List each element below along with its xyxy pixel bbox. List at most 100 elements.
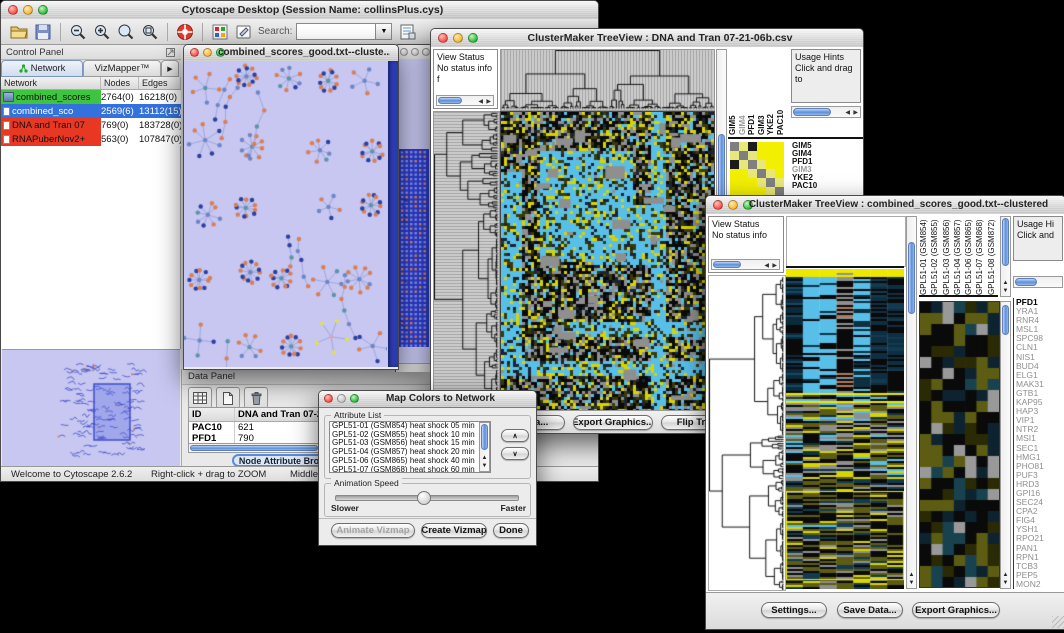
- dialog-titlebar[interactable]: Map Colors to Network: [319, 391, 536, 408]
- treeview-dna-titlebar[interactable]: ClusterMaker TreeView : DNA and Tran 07-…: [431, 29, 863, 48]
- background-network-canvas-area[interactable]: [396, 59, 431, 363]
- close-button[interactable]: [400, 48, 408, 56]
- tab-vizmapper[interactable]: VizMapper™: [83, 60, 161, 77]
- scrollbar-thumb[interactable]: [793, 108, 831, 116]
- column-label[interactable]: PAC10: [776, 49, 786, 135]
- column-label[interactable]: GIM5: [728, 49, 738, 135]
- row-dendrogram-dna[interactable]: [433, 111, 500, 413]
- gene-label[interactable]: CPA2: [1016, 507, 1064, 516]
- cytoscape-titlebar[interactable]: Cytoscape Desktop (Session Name: collins…: [1, 1, 598, 20]
- scroll-up-arrow[interactable]: ▲: [1001, 280, 1010, 287]
- heatmap-combined[interactable]: [786, 269, 904, 589]
- scroll-right-arrow[interactable]: ▶: [772, 261, 777, 272]
- col-nodes[interactable]: Nodes: [101, 77, 139, 89]
- resize-grip[interactable]: [1052, 616, 1064, 628]
- network-view-titlebar[interactable]: combined_scores_good.txt--cluste...: [184, 45, 398, 62]
- gene-label[interactable]: ELG1: [1016, 371, 1064, 380]
- col-network[interactable]: Network: [1, 77, 101, 89]
- search-dropdown-button[interactable]: ▼: [376, 23, 392, 40]
- zoom-out-button[interactable]: [66, 21, 90, 43]
- column-label[interactable]: GIM3: [757, 49, 767, 135]
- column-label[interactable]: YKE2: [766, 49, 776, 135]
- scrollbar-thumb[interactable]: [1015, 278, 1037, 286]
- gene-label[interactable]: PFD1: [1016, 298, 1064, 307]
- done-button[interactable]: Done: [493, 523, 529, 538]
- gene-label[interactable]: FIG4: [1016, 516, 1064, 525]
- treeview-combined-titlebar[interactable]: ClusterMaker TreeView : combined_scores_…: [706, 196, 1064, 215]
- column-label[interactable]: GIM4: [738, 49, 748, 135]
- network-list-row[interactable]: DNA and Tran 07 769(0) 183728(0): [1, 118, 181, 132]
- vizmapper-button[interactable]: [208, 21, 232, 43]
- minimize-button[interactable]: [203, 48, 212, 57]
- gene-label[interactable]: CLN1: [1016, 343, 1064, 352]
- column-label[interactable]: GPL51-01 (GSM854): [919, 216, 930, 295]
- zoom-fit-button[interactable]: [114, 21, 138, 43]
- zoom-button[interactable]: [422, 48, 430, 56]
- float-panel-icon[interactable]: [166, 48, 175, 57]
- delete-attribute-button[interactable]: [244, 387, 268, 409]
- gene-label[interactable]: GIM4: [792, 150, 861, 158]
- column-dendrogram-dna[interactable]: [500, 49, 715, 111]
- gene-label[interactable]: BUD4: [1016, 362, 1064, 371]
- dense-network-block[interactable]: [399, 149, 429, 347]
- minimize-button[interactable]: [728, 200, 738, 210]
- save-data-button[interactable]: Save Data...: [837, 602, 903, 618]
- gene-label[interactable]: PUF3: [1016, 471, 1064, 480]
- minimize-button[interactable]: [337, 394, 346, 403]
- column-label[interactable]: GPL51-08 (GSM872): [987, 216, 998, 295]
- close-button[interactable]: [324, 394, 333, 403]
- zoom-in-button[interactable]: [90, 21, 114, 43]
- close-button[interactable]: [8, 5, 18, 15]
- scroll-up-arrow[interactable]: ▲: [1001, 572, 1010, 579]
- gene-label[interactable]: PEP5: [1016, 571, 1064, 580]
- gene-label[interactable]: SEC1: [1016, 444, 1064, 453]
- move-up-button[interactable]: ∧: [501, 429, 529, 442]
- network-list-row[interactable]: combined_sco 2569(6) 13112(15): [1, 104, 181, 118]
- scroll-down-arrow[interactable]: ▼: [1001, 580, 1010, 587]
- gene-label[interactable]: SPC98: [1016, 334, 1064, 343]
- column-label[interactable]: GPL51-07 (GSM868): [975, 216, 986, 295]
- scroll-left-arrow[interactable]: ◀: [764, 261, 769, 272]
- heatmap-dna[interactable]: [500, 111, 715, 413]
- gene-label[interactable]: RNR4: [1016, 316, 1064, 325]
- network-list-row[interactable]: RNAPuberNov2+ 563(0) 107847(0): [1, 132, 181, 146]
- network-list-row[interactable]: combined_scores 2764(0) 16218(0): [1, 90, 181, 104]
- attribute-list-item[interactable]: GPL51-07 (GSM868) heat shock 60 min: [330, 466, 490, 473]
- gene-label[interactable]: PFD1: [792, 158, 861, 166]
- gene-label[interactable]: TCB3: [1016, 562, 1064, 571]
- col-edges[interactable]: Edges: [139, 77, 181, 89]
- save-session-button[interactable]: [31, 21, 55, 43]
- gene-label[interactable]: PAN1: [1016, 544, 1064, 553]
- gene-label[interactable]: PAC10: [792, 182, 861, 190]
- animate-vizmap-button[interactable]: Animate Vizmap: [331, 523, 415, 538]
- view-status-hscrollbar[interactable]: ◀ ▶: [711, 259, 780, 270]
- gene-label[interactable]: MON2: [1016, 580, 1064, 589]
- slider-thumb[interactable]: [417, 491, 431, 505]
- tab-overflow-button[interactable]: ▶: [161, 60, 179, 77]
- gene-label[interactable]: GTB1: [1016, 389, 1064, 398]
- scroll-down-arrow[interactable]: ▼: [480, 463, 489, 470]
- export-graphics-button[interactable]: Export Graphics...: [912, 602, 1000, 618]
- gene-label[interactable]: MAK31: [1016, 380, 1064, 389]
- heatmap-combined-vscrollbar[interactable]: ▲ ▼: [906, 216, 917, 589]
- export-graphics-button[interactable]: Export Graphics...: [573, 415, 653, 430]
- annotation-button[interactable]: [232, 21, 256, 43]
- column-label[interactable]: GPL51-04 (GSM857): [953, 216, 964, 295]
- move-down-button[interactable]: ∨: [501, 447, 529, 460]
- scroll-right-arrow[interactable]: ▶: [853, 109, 858, 116]
- minimize-button[interactable]: [411, 48, 419, 56]
- scroll-right-arrow[interactable]: ▶: [486, 97, 491, 108]
- new-attribute-button[interactable]: [216, 387, 240, 409]
- scrollbar-thumb[interactable]: [1002, 218, 1009, 266]
- network-graph-canvas[interactable]: [184, 61, 387, 367]
- close-button[interactable]: [438, 33, 448, 43]
- scroll-left-arrow[interactable]: ◀: [845, 109, 850, 116]
- background-window-titlebar[interactable]: [396, 45, 431, 60]
- attribute-list-scrollbar[interactable]: ▲ ▼: [479, 422, 490, 472]
- gene-label[interactable]: YSH1: [1016, 525, 1064, 534]
- similarity-matrix[interactable]: [730, 142, 784, 196]
- gene-label[interactable]: MSI1: [1016, 434, 1064, 443]
- scrollbar-thumb[interactable]: [438, 97, 462, 104]
- scroll-left-arrow[interactable]: ◀: [478, 97, 483, 108]
- scroll-down-arrow[interactable]: ▼: [907, 580, 916, 587]
